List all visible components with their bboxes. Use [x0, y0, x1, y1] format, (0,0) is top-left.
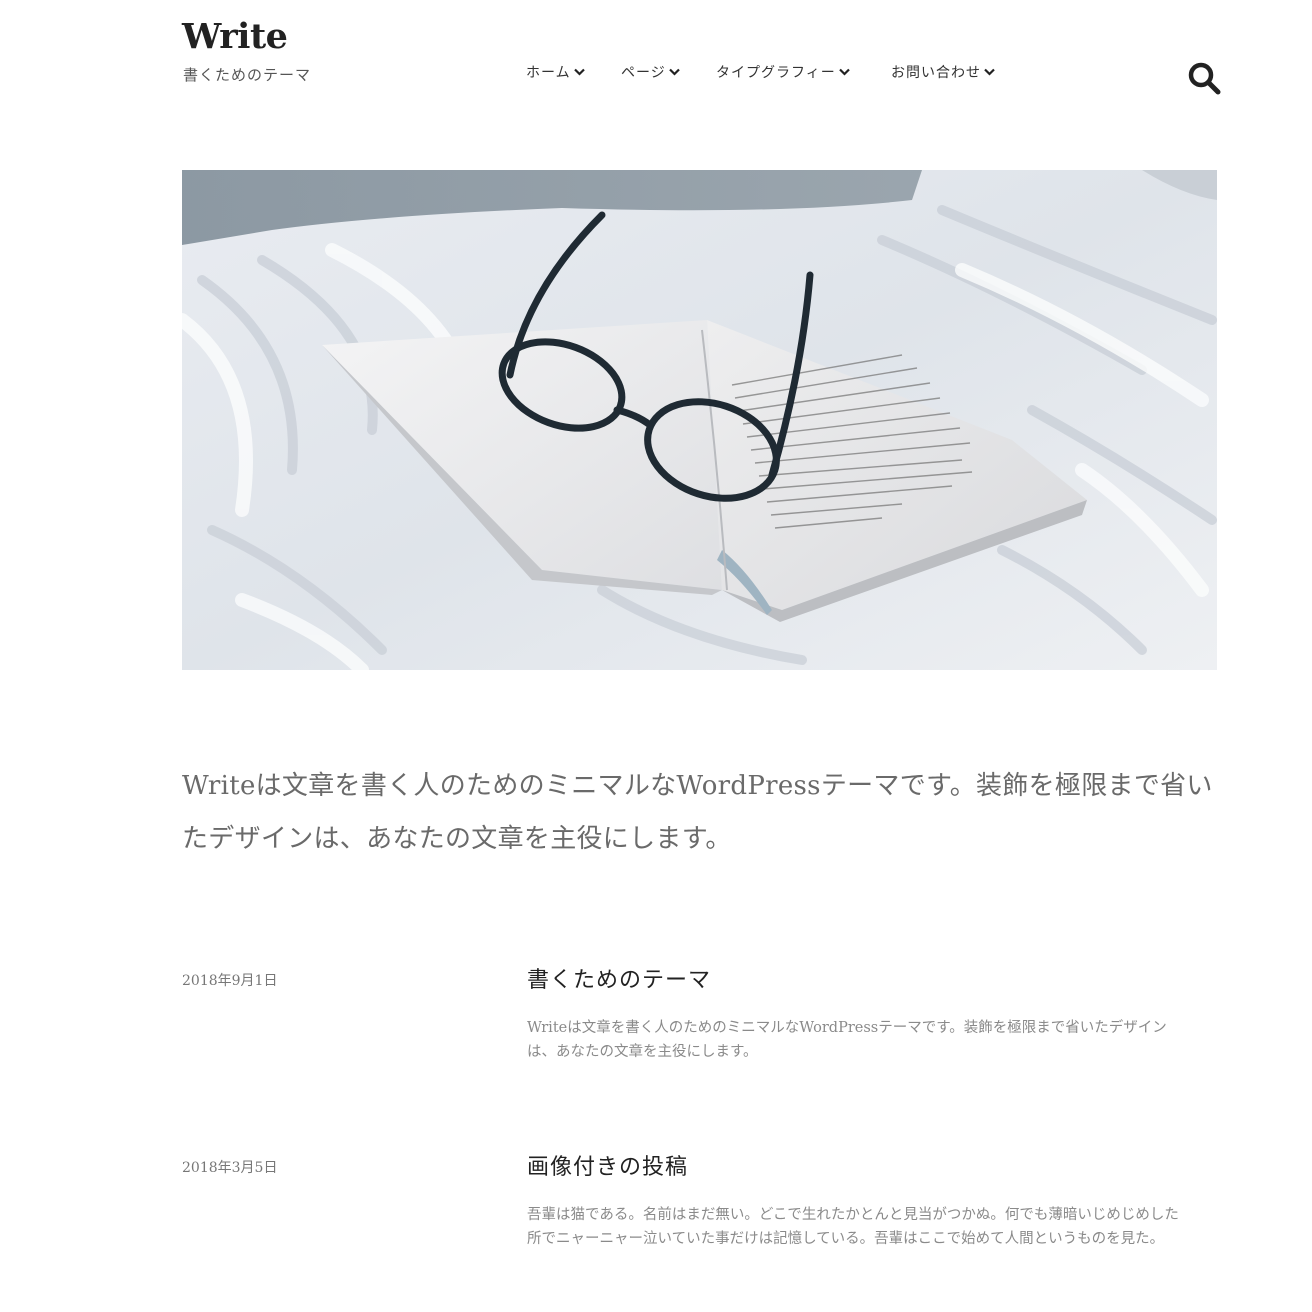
nav-item-label: タイプグラフィー: [716, 65, 836, 81]
hero-image: [182, 170, 1217, 670]
nav-item-label: お問い合わせ: [891, 65, 981, 81]
post-date: 2018年9月1日: [182, 973, 278, 989]
chevron-down-icon: [838, 68, 850, 76]
post-excerpt: Writeは文章を書く人のためのミニマルなWordPressテーマです。装飾を極…: [527, 1020, 1167, 1060]
nav-item-contact[interactable]: お問い合わせ: [891, 62, 995, 82]
nav-item-label: ホーム: [526, 65, 571, 81]
intro-text: Writeは文章を書く人のためのミニマルなWordPressテーマです。装飾を極…: [182, 771, 1213, 854]
nav-item-home[interactable]: ホーム: [526, 62, 585, 82]
nav-item-typography[interactable]: タイプグラフィー: [716, 62, 850, 82]
site-title[interactable]: Write: [182, 16, 288, 57]
post-excerpt: 吾輩は猫である。名前はまだ無い。どこで生れたかとんと見当がつかぬ。何でも薄暗いじ…: [527, 1207, 1179, 1247]
nav-item-label: ページ: [621, 65, 666, 81]
chevron-down-icon: [668, 68, 680, 76]
search-icon: [1188, 62, 1221, 95]
chevron-down-icon: [984, 68, 995, 76]
post-title-link[interactable]: 画像付きの投稿: [527, 1149, 688, 1181]
book-glasses-illustration: [182, 170, 1217, 670]
post-date: 2018年3月5日: [182, 1160, 278, 1176]
post-title-link[interactable]: 書くためのテーマ: [527, 962, 711, 994]
site-description: 書くためのテーマ: [183, 66, 312, 84]
chevron-down-icon: [573, 68, 585, 76]
search-button[interactable]: [1186, 60, 1222, 96]
nav-item-pages[interactable]: ページ: [621, 62, 680, 82]
